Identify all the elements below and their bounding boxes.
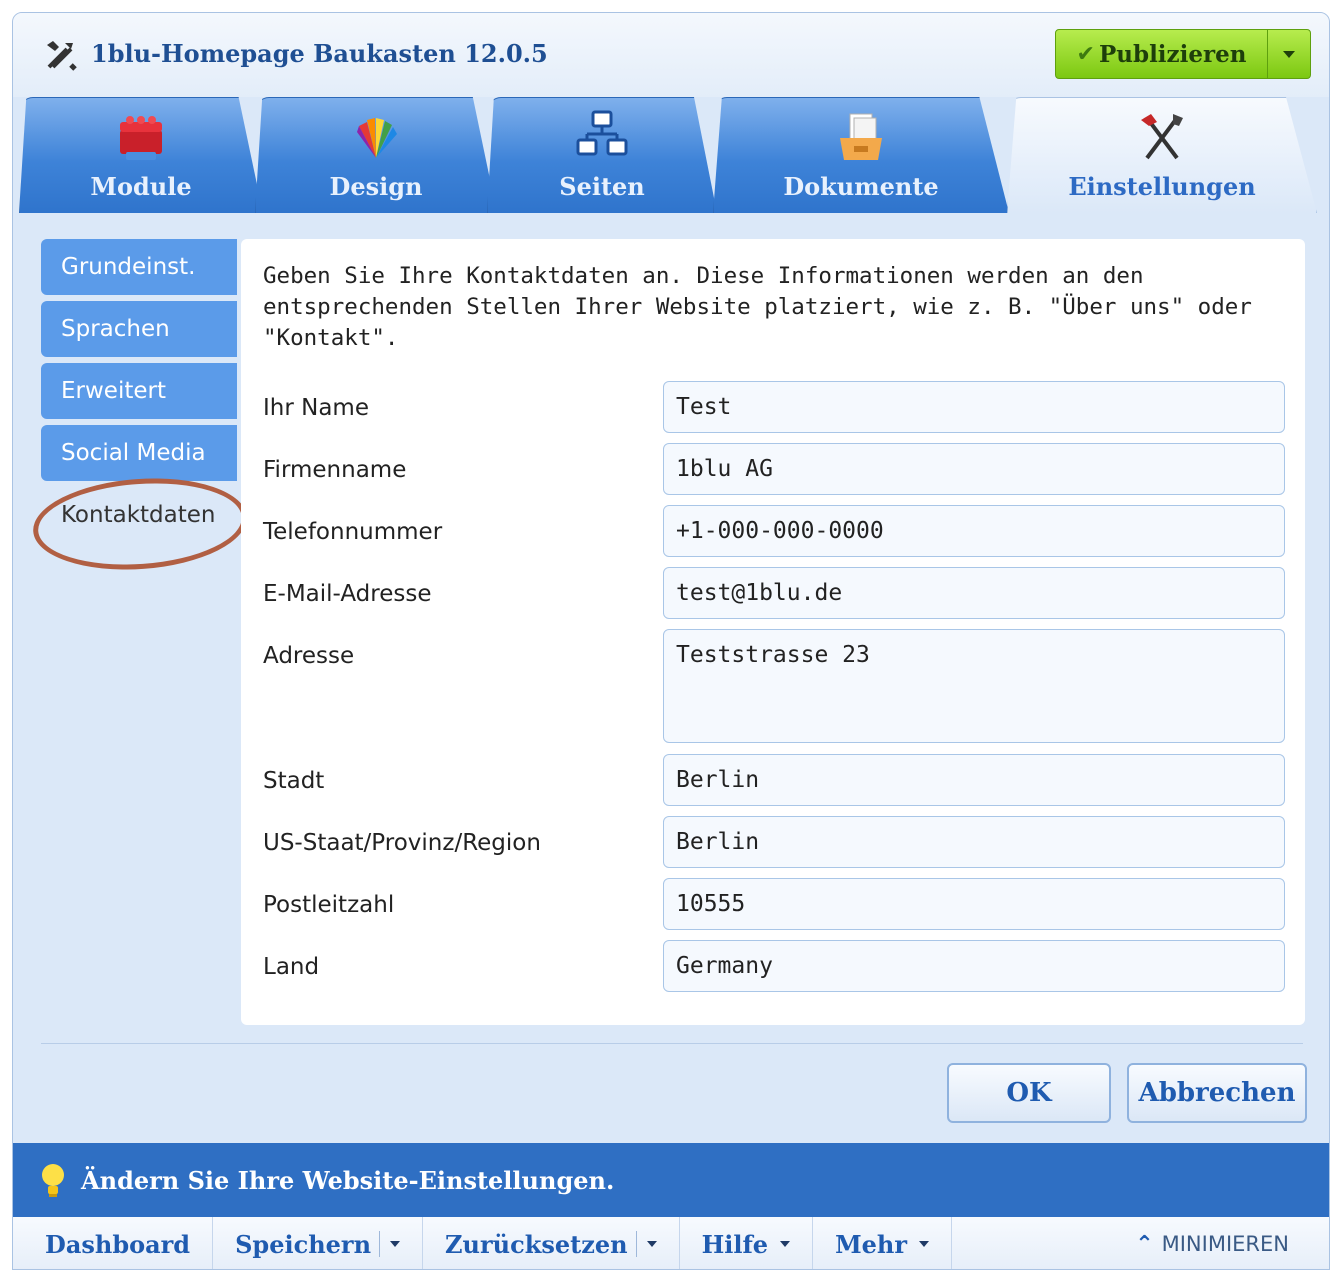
postal-code-field[interactable]: 10555	[663, 878, 1285, 930]
menu-speichern[interactable]: Speichern	[213, 1217, 424, 1269]
tab-dokumente[interactable]: Dokumente	[713, 97, 1009, 213]
tab-module[interactable]: Module	[19, 97, 263, 213]
tools-icon	[47, 41, 77, 71]
tab-label: Einstellungen	[1068, 172, 1256, 201]
sidebar-item-sprachen[interactable]: Sprachen	[41, 301, 237, 357]
publish-label: Publizieren	[1098, 40, 1247, 68]
field-label: Firmenname	[263, 457, 407, 483]
contact-form-panel: Geben Sie Ihre Kontaktdaten an. Diese In…	[241, 239, 1305, 1025]
menu-label: Dashboard	[45, 1229, 191, 1259]
tab-label: Seiten	[559, 172, 645, 201]
field-label: Adresse	[263, 643, 355, 669]
sidebar-item-kontaktdaten[interactable]: Kontaktdaten	[41, 487, 237, 543]
checkmark-icon: ✔	[1076, 41, 1095, 67]
tab-label: Module	[90, 172, 192, 201]
status-bar: Ändern Sie Ihre Website-Einstellungen.	[13, 1143, 1329, 1217]
tab-seiten[interactable]: Seiten	[487, 97, 717, 213]
menu-label: Hilfe	[701, 1229, 769, 1259]
menu-label: Speichern	[235, 1229, 372, 1259]
tab-einstellungen[interactable]: Einstellungen	[1007, 97, 1317, 213]
minimize-label: MINIMIEREN	[1161, 1232, 1289, 1256]
menu-mehr[interactable]: Mehr	[813, 1217, 953, 1269]
name-field[interactable]: Test	[663, 381, 1285, 433]
publish-button-group: ✔ Publizieren	[1055, 29, 1311, 79]
minimize-button[interactable]: ⌃ MINIMIEREN	[1135, 1217, 1289, 1269]
cancel-button[interactable]: Abbrechen	[1127, 1063, 1307, 1123]
app-title: 1blu-Homepage Baukasten 12.0.5	[91, 39, 548, 68]
color-palette-icon	[357, 118, 397, 158]
city-field[interactable]: Berlin	[663, 754, 1285, 806]
menu-label: Mehr	[835, 1229, 908, 1259]
ok-button[interactable]: OK	[947, 1063, 1111, 1123]
app-window: 1blu-Homepage Baukasten 12.0.5 ✔ Publizi…	[12, 12, 1330, 1270]
phone-field[interactable]: +1-000-000-0000	[663, 505, 1285, 557]
chevron-down-icon	[780, 1241, 791, 1247]
tab-label: Dokumente	[783, 172, 939, 201]
sidebar-item-social-media[interactable]: Social Media	[41, 425, 237, 481]
menu-zuruecksetzen[interactable]: Zurücksetzen	[423, 1217, 680, 1269]
status-text: Ändern Sie Ihre Website-Einstellungen.	[81, 1165, 615, 1195]
chevron-down-icon[interactable]	[646, 1241, 657, 1247]
settings-sidebar: Grundeinst. Sprachen Erweitert Social Me…	[41, 239, 237, 549]
title-bar: 1blu-Homepage Baukasten 12.0.5 ✔ Publizi…	[13, 13, 1329, 97]
documents-box-icon	[840, 113, 882, 160]
company-field[interactable]: 1blu AG	[663, 443, 1285, 495]
separator	[635, 1231, 637, 1257]
bricks-icon	[120, 116, 162, 160]
sidebar-item-grundeinst[interactable]: Grundeinst.	[41, 239, 237, 295]
publish-dropdown-button[interactable]	[1268, 30, 1310, 78]
address-textarea[interactable]: Teststrasse 23	[663, 629, 1285, 743]
email-field[interactable]: test@1blu.de	[663, 567, 1285, 619]
tab-design[interactable]: Design	[255, 97, 497, 213]
field-label: Land	[263, 954, 320, 980]
field-label: Postleitzahl	[263, 892, 395, 918]
field-label: Stadt	[263, 768, 325, 794]
chevron-down-icon	[1283, 50, 1295, 58]
bottom-menu-bar: Dashboard Speichern Zurücksetzen Hilfe M…	[13, 1217, 1329, 1269]
field-label: E-Mail-Adresse	[263, 581, 432, 607]
country-field[interactable]: Germany	[663, 940, 1285, 992]
sidebar-item-erweitert[interactable]: Erweitert	[41, 363, 237, 419]
field-label: US-Staat/Provinz/Region	[263, 830, 541, 856]
menu-dashboard[interactable]: Dashboard	[13, 1217, 214, 1269]
tab-label: Design	[329, 172, 423, 201]
tools-icon	[1141, 114, 1183, 160]
field-label: Ihr Name	[263, 395, 369, 421]
chevron-down-icon[interactable]	[390, 1241, 401, 1247]
chevron-down-icon	[919, 1241, 930, 1247]
form-intro-text: Geben Sie Ihre Kontaktdaten an. Diese In…	[263, 263, 1252, 351]
menu-label: Zurücksetzen	[445, 1229, 628, 1259]
sitemap-icon	[576, 110, 628, 156]
state-field[interactable]: Berlin	[663, 816, 1285, 868]
publish-button[interactable]: ✔ Publizieren	[1056, 30, 1268, 78]
separator	[379, 1231, 381, 1257]
divider	[41, 1043, 1303, 1044]
lightbulb-icon	[42, 1164, 64, 1197]
main-tabs: Module Design Seiten Dokumente Einstellu…	[13, 97, 1329, 213]
double-chevron-up-icon: ⌃	[1135, 1231, 1154, 1257]
menu-hilfe[interactable]: Hilfe	[680, 1217, 814, 1269]
field-label: Telefonnummer	[263, 519, 443, 545]
